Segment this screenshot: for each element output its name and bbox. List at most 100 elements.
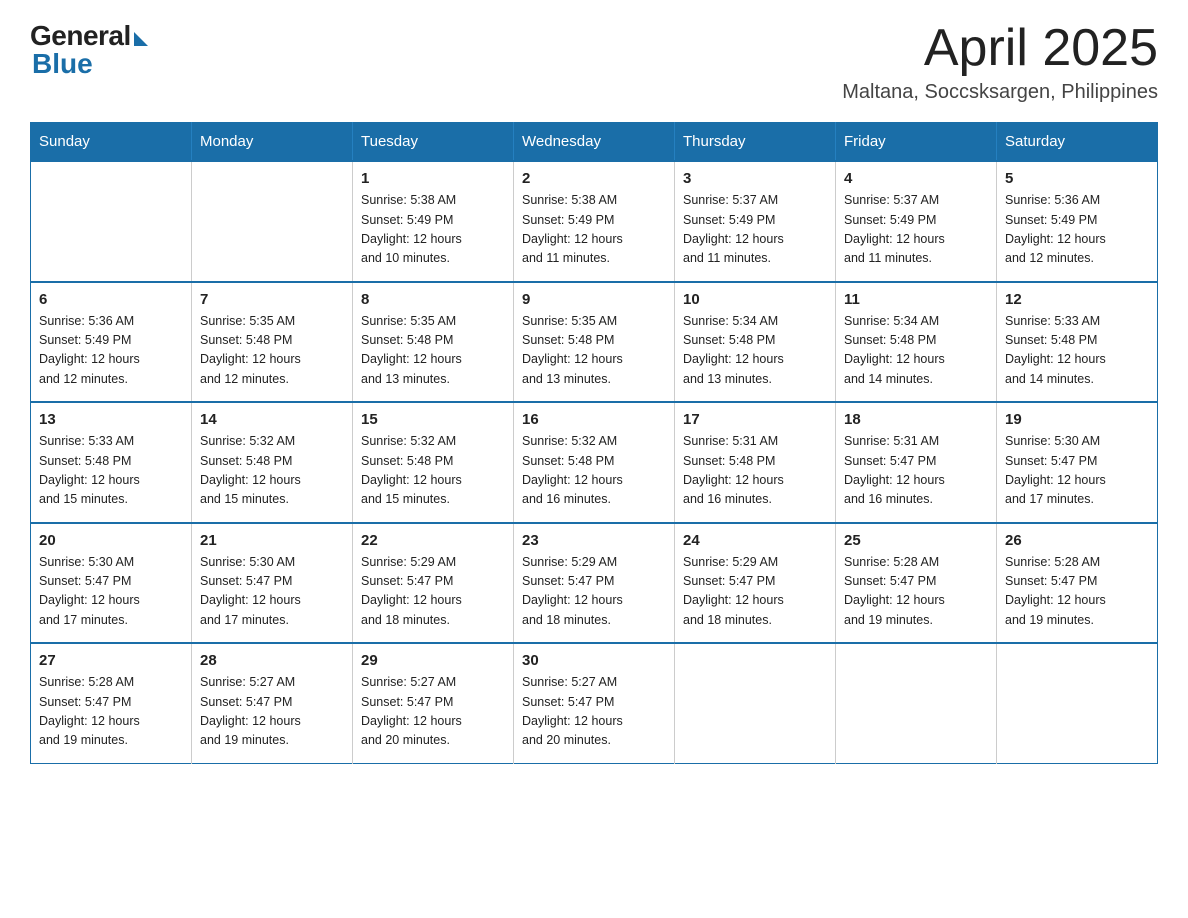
month-title: April 2025 xyxy=(842,20,1158,77)
calendar-cell: 30 Sunrise: 5:27 AMSunset: 5:47 PMDayligh… xyxy=(514,643,675,763)
day-info: Sunrise: 5:35 AMSunset: 5:48 PMDaylight:… xyxy=(361,312,505,390)
calendar-cell xyxy=(192,161,353,282)
calendar-header: Sunday Monday Tuesday Wednesday Thursday… xyxy=(31,123,1158,162)
day-info: Sunrise: 5:27 AMSunset: 5:47 PMDaylight:… xyxy=(522,673,666,751)
calendar-cell: 20 Sunrise: 5:30 AMSunset: 5:47 PMDayligh… xyxy=(31,523,192,644)
day-info: Sunrise: 5:34 AMSunset: 5:48 PMDaylight:… xyxy=(683,312,827,390)
calendar-cell: 12 Sunrise: 5:33 AMSunset: 5:48 PMDayligh… xyxy=(997,282,1158,403)
day-number: 12 xyxy=(1005,291,1149,308)
day-info: Sunrise: 5:33 AMSunset: 5:48 PMDaylight:… xyxy=(1005,312,1149,390)
day-number: 29 xyxy=(361,652,505,669)
header-row: Sunday Monday Tuesday Wednesday Thursday… xyxy=(31,123,1158,162)
day-number: 4 xyxy=(844,170,988,187)
calendar-cell xyxy=(675,643,836,763)
calendar-cell: 6 Sunrise: 5:36 AMSunset: 5:49 PMDaylight… xyxy=(31,282,192,403)
calendar-cell: 4Sunrise: 5:37 AMSunset: 5:49 PMDaylight… xyxy=(836,161,997,282)
logo-blue-text: Blue xyxy=(30,48,93,80)
day-number: 5 xyxy=(1005,170,1149,187)
day-info: Sunrise: 5:30 AMSunset: 5:47 PMDaylight:… xyxy=(200,553,344,631)
day-number: 8 xyxy=(361,291,505,308)
day-number: 15 xyxy=(361,411,505,428)
day-info: Sunrise: 5:27 AMSunset: 5:47 PMDaylight:… xyxy=(361,673,505,751)
calendar-cell: 8 Sunrise: 5:35 AMSunset: 5:48 PMDaylight… xyxy=(353,282,514,403)
calendar-cell: 22 Sunrise: 5:29 AMSunset: 5:47 PMDayligh… xyxy=(353,523,514,644)
calendar-week-5: 27 Sunrise: 5:28 AMSunset: 5:47 PMDayligh… xyxy=(31,643,1158,763)
day-info: Sunrise: 5:35 AMSunset: 5:48 PMDaylight:… xyxy=(200,312,344,390)
calendar-cell: 1 Sunrise: 5:38 AMSunset: 5:49 PMDaylight… xyxy=(353,161,514,282)
day-info: Sunrise: 5:31 AMSunset: 5:47 PMDaylight:… xyxy=(844,432,988,510)
day-number: 19 xyxy=(1005,411,1149,428)
header-saturday: Saturday xyxy=(997,123,1158,162)
day-info: Sunrise: 5:30 AMSunset: 5:47 PMDaylight:… xyxy=(1005,432,1149,510)
day-number: 26 xyxy=(1005,532,1149,549)
calendar-cell: 9Sunrise: 5:35 AMSunset: 5:48 PMDaylight… xyxy=(514,282,675,403)
calendar-body: 1 Sunrise: 5:38 AMSunset: 5:49 PMDaylight… xyxy=(31,161,1158,763)
calendar-cell xyxy=(836,643,997,763)
day-info: Sunrise: 5:37 AMSunset: 5:49 PMDaylight:… xyxy=(683,191,827,269)
calendar-cell: 2Sunrise: 5:38 AMSunset: 5:49 PMDaylight… xyxy=(514,161,675,282)
location-subtitle: Maltana, Soccsksargen, Philippines xyxy=(842,81,1158,104)
day-number: 9 xyxy=(522,291,666,308)
day-number: 11 xyxy=(844,291,988,308)
day-number: 6 xyxy=(39,291,183,308)
calendar-cell xyxy=(31,161,192,282)
calendar-week-3: 13 Sunrise: 5:33 AMSunset: 5:48 PMDayligh… xyxy=(31,402,1158,523)
calendar-table: Sunday Monday Tuesday Wednesday Thursday… xyxy=(30,122,1158,764)
day-info: Sunrise: 5:36 AMSunset: 5:49 PMDaylight:… xyxy=(39,312,183,390)
calendar-cell: 13 Sunrise: 5:33 AMSunset: 5:48 PMDayligh… xyxy=(31,402,192,523)
day-info: Sunrise: 5:28 AMSunset: 5:47 PMDaylight:… xyxy=(39,673,183,751)
calendar-cell: 29 Sunrise: 5:27 AMSunset: 5:47 PMDayligh… xyxy=(353,643,514,763)
header-thursday: Thursday xyxy=(675,123,836,162)
header-sunday: Sunday xyxy=(31,123,192,162)
day-number: 13 xyxy=(39,411,183,428)
header-tuesday: Tuesday xyxy=(353,123,514,162)
calendar-cell: 24 Sunrise: 5:29 AMSunset: 5:47 PMDayligh… xyxy=(675,523,836,644)
day-number: 27 xyxy=(39,652,183,669)
calendar-cell: 16Sunrise: 5:32 AMSunset: 5:48 PMDayligh… xyxy=(514,402,675,523)
day-number: 28 xyxy=(200,652,344,669)
day-info: Sunrise: 5:29 AMSunset: 5:47 PMDaylight:… xyxy=(361,553,505,631)
calendar-cell: 10Sunrise: 5:34 AMSunset: 5:48 PMDayligh… xyxy=(675,282,836,403)
day-number: 3 xyxy=(683,170,827,187)
calendar-cell: 28Sunrise: 5:27 AMSunset: 5:47 PMDayligh… xyxy=(192,643,353,763)
day-info: Sunrise: 5:31 AMSunset: 5:48 PMDaylight:… xyxy=(683,432,827,510)
day-number: 17 xyxy=(683,411,827,428)
logo-triangle-icon xyxy=(134,32,148,46)
calendar-cell: 19 Sunrise: 5:30 AMSunset: 5:47 PMDayligh… xyxy=(997,402,1158,523)
day-number: 21 xyxy=(200,532,344,549)
day-info: Sunrise: 5:38 AMSunset: 5:49 PMDaylight:… xyxy=(361,191,505,269)
title-section: April 2025 Maltana, Soccsksargen, Philip… xyxy=(842,20,1158,104)
day-number: 1 xyxy=(361,170,505,187)
calendar-cell: 14Sunrise: 5:32 AMSunset: 5:48 PMDayligh… xyxy=(192,402,353,523)
calendar-cell: 21 Sunrise: 5:30 AMSunset: 5:47 PMDayligh… xyxy=(192,523,353,644)
day-info: Sunrise: 5:29 AMSunset: 5:47 PMDaylight:… xyxy=(522,553,666,631)
day-number: 22 xyxy=(361,532,505,549)
day-number: 7 xyxy=(200,291,344,308)
calendar-week-1: 1 Sunrise: 5:38 AMSunset: 5:49 PMDaylight… xyxy=(31,161,1158,282)
logo: General Blue xyxy=(30,20,148,80)
day-number: 18 xyxy=(844,411,988,428)
calendar-cell xyxy=(997,643,1158,763)
calendar-cell: 26 Sunrise: 5:28 AMSunset: 5:47 PMDayligh… xyxy=(997,523,1158,644)
day-number: 30 xyxy=(522,652,666,669)
calendar-cell: 27 Sunrise: 5:28 AMSunset: 5:47 PMDayligh… xyxy=(31,643,192,763)
calendar-cell: 18 Sunrise: 5:31 AMSunset: 5:47 PMDayligh… xyxy=(836,402,997,523)
day-info: Sunrise: 5:32 AMSunset: 5:48 PMDaylight:… xyxy=(361,432,505,510)
day-info: Sunrise: 5:28 AMSunset: 5:47 PMDaylight:… xyxy=(1005,553,1149,631)
header-friday: Friday xyxy=(836,123,997,162)
day-info: Sunrise: 5:33 AMSunset: 5:48 PMDaylight:… xyxy=(39,432,183,510)
day-number: 2 xyxy=(522,170,666,187)
calendar-cell: 3 Sunrise: 5:37 AMSunset: 5:49 PMDaylight… xyxy=(675,161,836,282)
day-number: 14 xyxy=(200,411,344,428)
day-number: 20 xyxy=(39,532,183,549)
day-info: Sunrise: 5:29 AMSunset: 5:47 PMDaylight:… xyxy=(683,553,827,631)
calendar-cell: 5Sunrise: 5:36 AMSunset: 5:49 PMDaylight… xyxy=(997,161,1158,282)
day-info: Sunrise: 5:32 AMSunset: 5:48 PMDaylight:… xyxy=(522,432,666,510)
day-info: Sunrise: 5:30 AMSunset: 5:47 PMDaylight:… xyxy=(39,553,183,631)
calendar-week-4: 20 Sunrise: 5:30 AMSunset: 5:47 PMDayligh… xyxy=(31,523,1158,644)
calendar-cell: 23Sunrise: 5:29 AMSunset: 5:47 PMDayligh… xyxy=(514,523,675,644)
day-number: 24 xyxy=(683,532,827,549)
header-wednesday: Wednesday xyxy=(514,123,675,162)
calendar-cell: 11Sunrise: 5:34 AMSunset: 5:48 PMDayligh… xyxy=(836,282,997,403)
header-monday: Monday xyxy=(192,123,353,162)
